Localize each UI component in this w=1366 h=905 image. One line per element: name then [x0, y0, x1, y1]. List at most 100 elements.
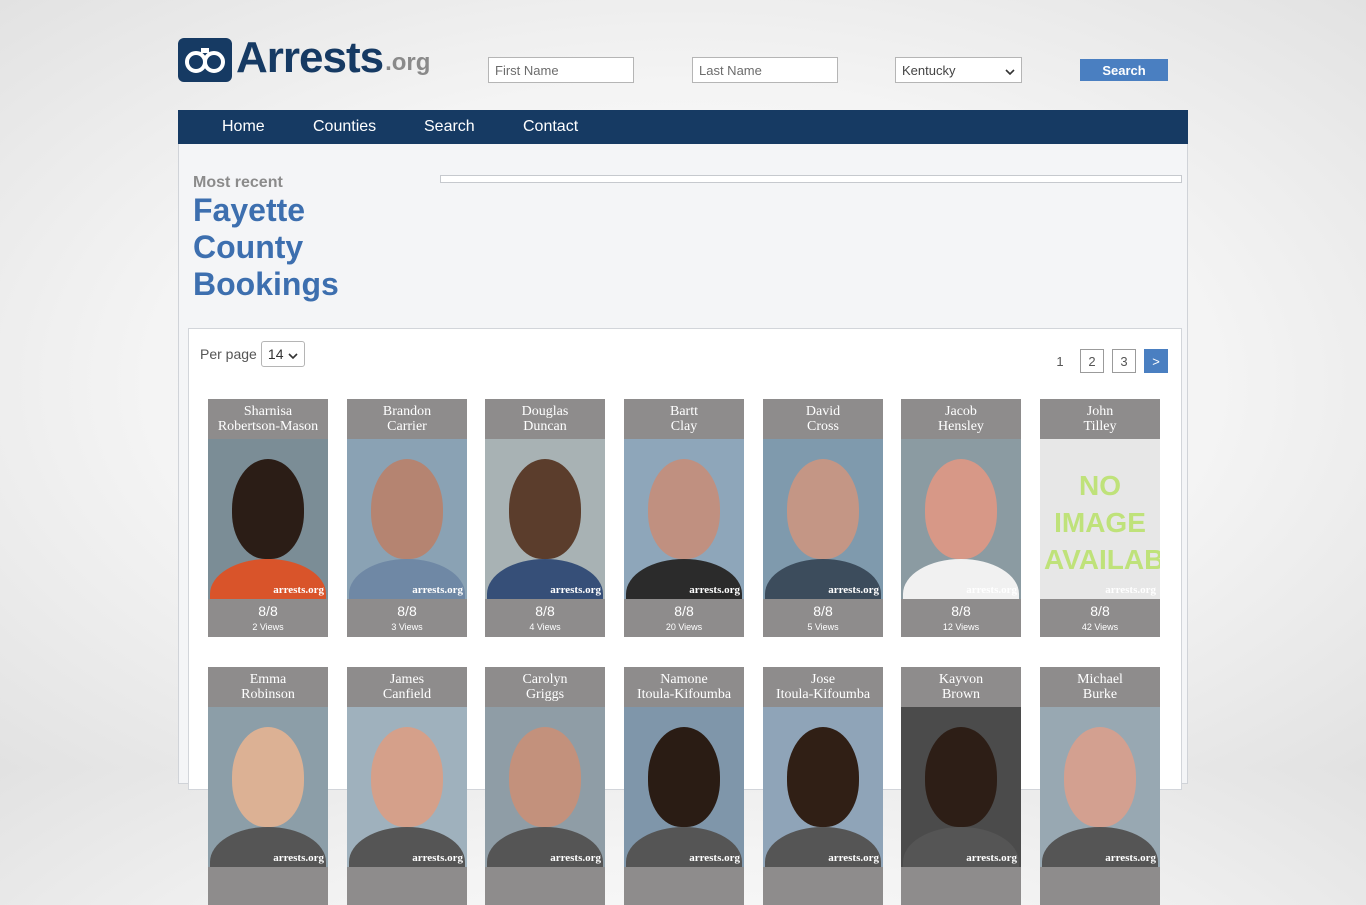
page-title-line: County: [193, 229, 304, 265]
booking-card[interactable]: Namone Itoula-Kifoumba arrests.org: [624, 667, 744, 905]
face-shape: [925, 727, 997, 827]
booking-last-name: Griggs: [525, 687, 565, 702]
chevron-down-icon: [288, 346, 298, 362]
watermark: arrests.org: [966, 852, 1017, 864]
no-image-placeholder: NO IMAGE AVAILABLE: [1044, 470, 1160, 575]
booking-card[interactable]: Kayvon Brown arrests.org: [901, 667, 1021, 905]
watermark: arrests.org: [689, 584, 740, 596]
booking-date: 8/8: [813, 603, 833, 619]
booking-card[interactable]: Jacob Hensley arrests.org 8/8 12 Views: [901, 399, 1021, 637]
booking-first-name: Douglas: [521, 404, 569, 419]
booking-photo[interactable]: arrests.org: [763, 439, 883, 599]
booking-photo[interactable]: arrests.org: [763, 707, 883, 867]
first-name-input[interactable]: [488, 57, 634, 83]
booking-card[interactable]: Sharnisa Robertson-Mason arrests.org 8/8 2 V…: [208, 399, 328, 637]
booking-first-name: David: [805, 404, 841, 419]
face-shape: [1064, 727, 1136, 827]
nav-home[interactable]: Home: [222, 110, 265, 144]
booking-name: Namone Itoula-Kifoumba: [624, 667, 744, 707]
ad-banner: [440, 175, 1182, 183]
booking-photo[interactable]: arrests.org: [901, 439, 1021, 599]
booking-last-name: Itoula-Kifoumba: [636, 687, 732, 702]
per-page-label: Per page: [200, 346, 257, 362]
booking-name: Douglas Duncan: [485, 399, 605, 439]
watermark: arrests.org: [273, 852, 324, 864]
booking-card[interactable]: Douglas Duncan arrests.org 8/8 4 Views: [485, 399, 605, 637]
watermark: arrests.org: [1105, 852, 1156, 864]
booking-last-name: Robertson-Mason: [217, 419, 319, 434]
booking-first-name: Carolyn: [522, 672, 568, 687]
booking-first-name: Namone: [660, 672, 708, 687]
booking-photo[interactable]: arrests.org: [485, 439, 605, 599]
booking-card[interactable]: JohnTilley NO IMAGE AVAILABLE arrests.org 8…: [1040, 399, 1160, 637]
watermark: arrests.org: [412, 852, 463, 864]
booking-card[interactable]: Michael Burke arrests.org: [1040, 667, 1160, 905]
pagination: 1 2 3 >: [1048, 349, 1168, 373]
booking-first-name: Emma: [249, 672, 287, 687]
nav-search[interactable]: Search: [424, 110, 475, 144]
watermark: arrests.org: [550, 584, 601, 596]
per-page-select[interactable]: 14: [260, 341, 305, 367]
page-2-link[interactable]: 2: [1080, 349, 1104, 373]
site-logo[interactable]: Arrests .org: [178, 34, 430, 82]
booking-photo[interactable]: NO IMAGE AVAILABLE arrests.org: [1040, 439, 1160, 599]
per-page-value: 14: [267, 346, 284, 362]
booking-first-name: Jose: [810, 672, 836, 687]
booking-name: Jose Itoula-Kifoumba: [763, 667, 883, 707]
booking-card[interactable]: Brandon Carrier arrests.org 8/8 3 Views: [347, 399, 467, 637]
watermark: arrests.org: [273, 584, 324, 596]
booking-card[interactable]: James Canfield arrests.org: [347, 667, 467, 905]
face-shape: [509, 727, 581, 827]
booking-card[interactable]: David Cross arrests.org 8/8 5 Views: [763, 399, 883, 637]
handcuffs-icon: [178, 38, 232, 82]
booking-card[interactable]: Emma Robinson arrests.org: [208, 667, 328, 905]
face-shape: [787, 459, 859, 559]
face-shape: [371, 727, 443, 827]
booking-photo[interactable]: arrests.org: [1040, 707, 1160, 867]
nav-contact[interactable]: Contact: [523, 110, 578, 144]
booking-views: 2 Views: [252, 622, 284, 632]
booking-name: Brandon Carrier: [347, 399, 467, 439]
booking-name: Emma Robinson: [208, 667, 328, 707]
booking-photo[interactable]: arrests.org: [208, 707, 328, 867]
booking-name: Sharnisa Robertson-Mason: [208, 399, 328, 439]
page-3-link[interactable]: 3: [1112, 349, 1136, 373]
booking-last-name: Tilley: [1083, 419, 1117, 434]
booking-photo[interactable]: arrests.org: [624, 439, 744, 599]
face-shape: [648, 727, 720, 827]
booking-first-name: James: [389, 672, 425, 687]
booking-name: David Cross: [763, 399, 883, 439]
booking-last-name: Clay: [670, 419, 698, 434]
booking-photo[interactable]: arrests.org: [347, 707, 467, 867]
nav-counties[interactable]: Counties: [313, 110, 376, 144]
site-header: Arrests .org Kentucky Search: [178, 34, 1188, 94]
booking-views: 4 Views: [529, 622, 561, 632]
booking-photo[interactable]: arrests.org: [485, 707, 605, 867]
booking-last-name: Robinson: [241, 687, 295, 702]
booking-photo[interactable]: arrests.org: [901, 707, 1021, 867]
bookings-panel: Per page 14 1 2 3 > Sharnisa Robertson-Ma…: [188, 328, 1182, 905]
booking-date: 8/8: [951, 603, 971, 619]
booking-name: Kayvon Brown: [901, 667, 1021, 707]
booking-last-name: Brown: [941, 687, 981, 702]
booking-last-name: Itoula-Kifoumba: [775, 687, 871, 702]
booking-photo[interactable]: arrests.org: [208, 439, 328, 599]
booking-date: 8/8: [674, 603, 694, 619]
last-name-input[interactable]: [692, 57, 838, 83]
booking-last-name: Cross: [807, 419, 839, 434]
booking-photo[interactable]: arrests.org: [347, 439, 467, 599]
booking-card[interactable]: Bartt Clay arrests.org 8/8 20 Views: [624, 399, 744, 637]
booking-card[interactable]: Jose Itoula-Kifoumba arrests.org: [763, 667, 883, 905]
next-page-button[interactable]: >: [1144, 349, 1168, 373]
booking-first-name: Bartt: [670, 404, 698, 419]
page-title: Fayette County Bookings: [193, 192, 339, 303]
state-select[interactable]: Kentucky: [895, 57, 1022, 83]
face-shape: [371, 459, 443, 559]
per-page-control: Per page 14: [200, 341, 305, 367]
booking-name: Michael Burke: [1040, 667, 1160, 707]
booking-photo[interactable]: arrests.org: [624, 707, 744, 867]
logo-text: Arrests: [236, 33, 384, 82]
logo-suffix: .org: [385, 49, 431, 76]
booking-card[interactable]: Carolyn Griggs arrests.org: [485, 667, 605, 905]
search-button[interactable]: Search: [1080, 59, 1168, 81]
